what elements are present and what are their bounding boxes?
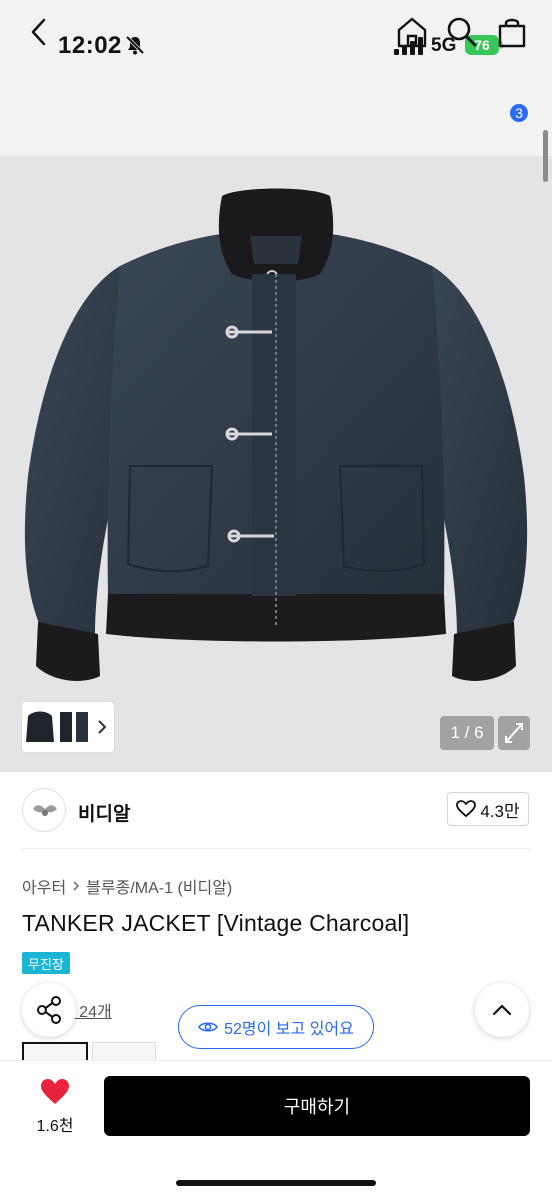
share-icon	[37, 996, 61, 1024]
breadcrumb-category[interactable]: 아우터	[22, 874, 66, 898]
brand-name[interactable]: 비디알	[78, 799, 130, 826]
eye-icon	[198, 1022, 219, 1032]
back-icon[interactable]	[22, 14, 58, 50]
chevron-right-icon	[73, 881, 80, 891]
scroll-indicator[interactable]	[543, 130, 548, 182]
chevron-right-icon[interactable]	[96, 716, 108, 738]
variant-thumbnail[interactable]	[22, 1042, 88, 1062]
search-icon[interactable]	[444, 14, 480, 50]
breadcrumb-subcategory[interactable]: 블루종/MA-1 (비디알)	[86, 874, 232, 898]
home-icon[interactable]	[394, 14, 430, 50]
divider	[22, 848, 530, 849]
viewing-count-pill: 52명이 보고 있어요	[178, 1005, 374, 1049]
expand-button[interactable]	[498, 716, 530, 750]
nav-bar	[0, 90, 552, 156]
buy-button[interactable]: 구매하기	[104, 1076, 530, 1136]
variant-thumbnail[interactable]	[92, 1042, 156, 1062]
heart-outline-icon	[456, 800, 477, 818]
bell-muted-icon	[125, 35, 145, 55]
page-counter: 1 / 6	[440, 716, 494, 750]
viewing-count-text: 52명이 보고 있어요	[224, 1021, 354, 1038]
product-title: TANKER JACKET [Vintage Charcoal]	[22, 910, 410, 936]
brand-logo[interactable]	[22, 788, 66, 832]
heart-filled-icon[interactable]	[40, 1078, 70, 1106]
home-indicator	[176, 1180, 376, 1186]
tag-badge: 무진장	[22, 952, 70, 974]
chevron-up-icon	[492, 1004, 512, 1016]
expand-icon	[505, 723, 523, 743]
wish-count: 1.6천	[36, 1118, 74, 1135]
cart-count-badge: 3	[508, 102, 530, 124]
jacket-illustration	[24, 188, 528, 681]
scroll-to-top-button[interactable]	[475, 983, 529, 1037]
brand-like-button[interactable]: 4.3만	[447, 792, 529, 826]
cart-icon[interactable]	[494, 14, 530, 50]
brand-like-count: 4.3만	[480, 801, 520, 821]
status-time: 12:02	[58, 32, 122, 59]
brand-emblem-icon	[33, 805, 57, 816]
share-button[interactable]	[22, 983, 76, 1037]
breadcrumb: 아우터 블루종/MA-1 (비디알)	[22, 874, 232, 898]
product-image[interactable]	[0, 156, 552, 772]
